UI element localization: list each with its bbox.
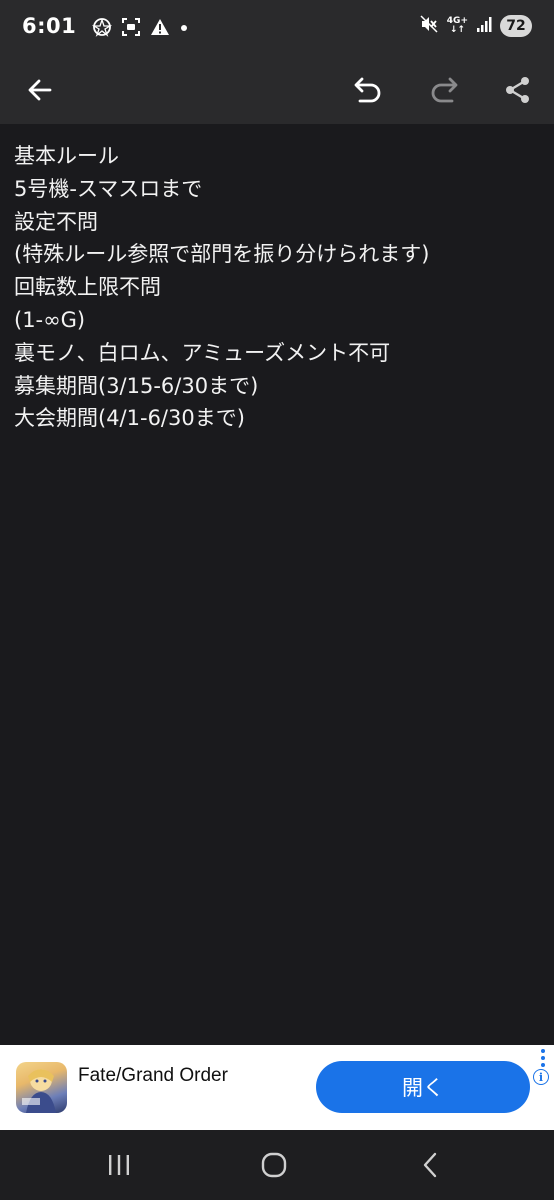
arrow-left-icon bbox=[28, 79, 52, 101]
network-activity-label: ↓↑ bbox=[449, 25, 465, 35]
status-bar: 6:01 4G+ ↓↑ 72 bbox=[0, 0, 554, 56]
memo-line: 回転数上限不問 bbox=[14, 275, 161, 300]
memo-content[interactable]: 基本ルール 5号機-スマスロまで 設定不問 (特殊ルール参照で部門を振り分けられ… bbox=[14, 140, 544, 435]
share-button[interactable] bbox=[494, 66, 542, 114]
back-nav-button[interactable] bbox=[410, 1147, 450, 1183]
chevron-left-icon bbox=[423, 1152, 437, 1178]
navigation-bar bbox=[0, 1130, 554, 1200]
memo-line: 設定不問 bbox=[14, 209, 98, 234]
memo-line: 募集期間(3/15-6/30まで) bbox=[14, 373, 259, 398]
undo-button[interactable] bbox=[344, 66, 392, 114]
status-time: 6:01 bbox=[22, 14, 77, 38]
memo-line: (特殊ルール参照で部門を振り分けられます) bbox=[14, 242, 430, 267]
undo-icon bbox=[354, 77, 381, 103]
memo-line: 5号機-スマスロまで bbox=[14, 176, 203, 201]
status-left-icons bbox=[91, 17, 189, 41]
open-button[interactable]: 開く bbox=[316, 1061, 530, 1113]
memo-line: 裏モノ、白ロム、アミューズメント不可 bbox=[14, 340, 391, 365]
notification-app-icon bbox=[91, 17, 113, 41]
redo-icon bbox=[431, 77, 458, 103]
ad-title[interactable]: Fate/Grand Order bbox=[78, 1065, 228, 1087]
mute-icon bbox=[419, 14, 439, 38]
share-icon bbox=[506, 77, 529, 103]
home-button[interactable] bbox=[254, 1147, 294, 1183]
toolbar bbox=[0, 56, 554, 124]
ad-info-icon[interactable]: i bbox=[533, 1069, 549, 1085]
recent-apps-button[interactable] bbox=[99, 1147, 139, 1183]
back-button[interactable] bbox=[16, 66, 64, 114]
screenshot-icon bbox=[121, 17, 141, 41]
memo-line: 大会期間(4/1-6/30まで) bbox=[14, 406, 245, 431]
signal-icon bbox=[476, 15, 492, 37]
home-icon bbox=[261, 1152, 287, 1178]
redo-button[interactable] bbox=[420, 66, 468, 114]
ad-options-icon[interactable] bbox=[541, 1049, 545, 1067]
recent-apps-icon bbox=[109, 1155, 129, 1175]
app-icon[interactable] bbox=[16, 1062, 67, 1113]
warning-icon bbox=[150, 17, 170, 41]
ad-banner[interactable]: Fate/Grand Order 開く i bbox=[0, 1045, 554, 1130]
network-type-icon: 4G+ ↓↑ bbox=[447, 17, 468, 35]
battery-icon: 72 bbox=[500, 15, 532, 37]
notification-dot-icon bbox=[179, 17, 189, 41]
screen: 6:01 4G+ ↓↑ 72 基本ルール 5号機-スマスロまで 設定不問 (特殊… bbox=[0, 0, 554, 1200]
memo-line: (1-∞G) bbox=[14, 307, 86, 332]
status-right-icons: 4G+ ↓↑ 72 bbox=[419, 14, 532, 38]
memo-line: 基本ルール bbox=[14, 144, 119, 168]
